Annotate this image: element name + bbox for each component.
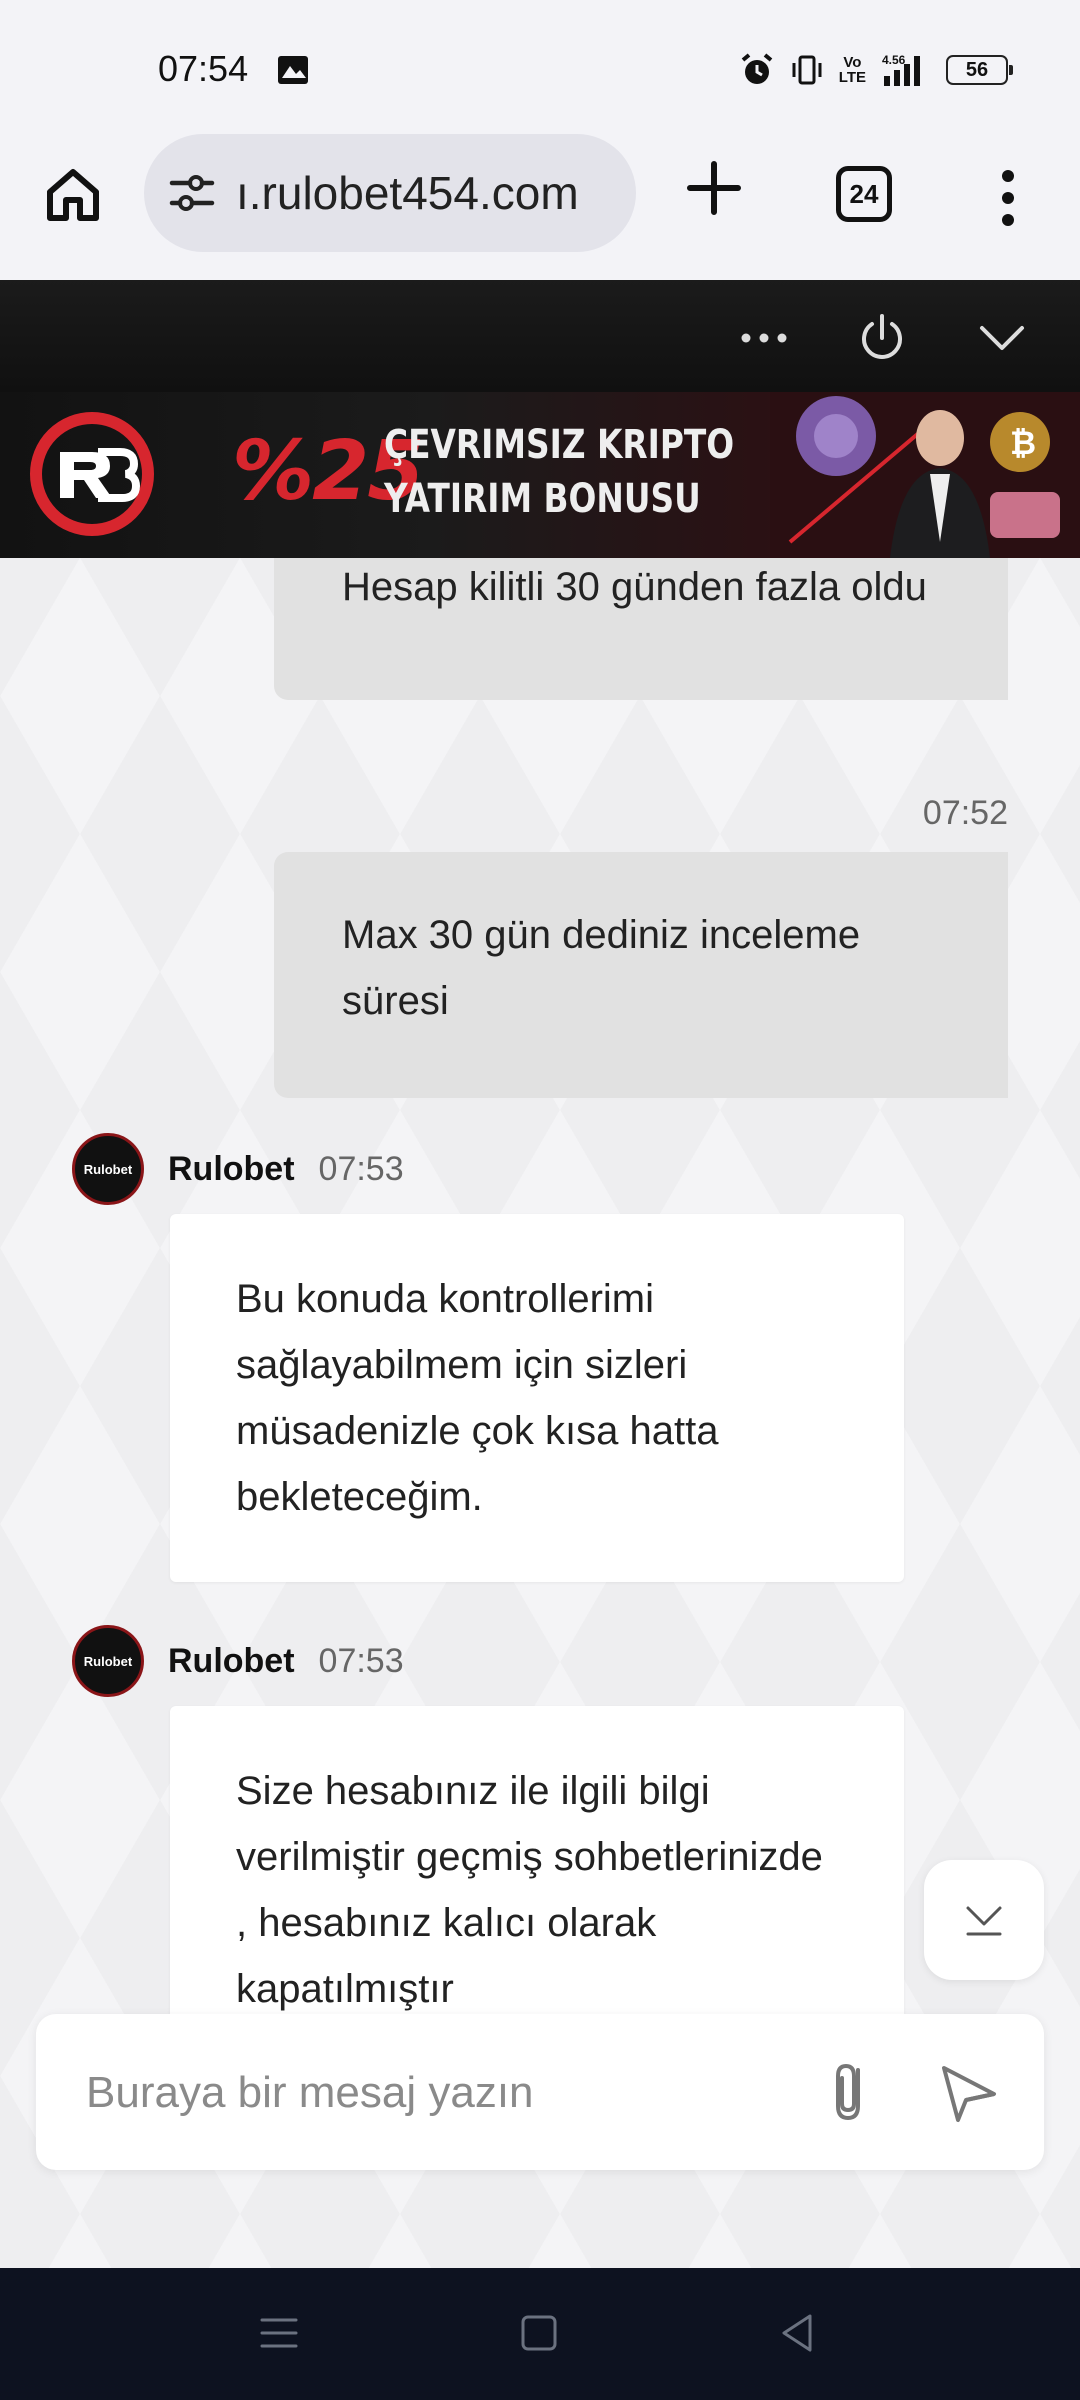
message-input[interactable] xyxy=(86,2058,786,2128)
power-icon[interactable] xyxy=(856,312,908,364)
agent-message-header: Rulobet Rulobet 07:53 xyxy=(72,1132,404,1206)
promo-banner[interactable]: %25 ÇEVRIMSIZ KRIPTO YATIRIM BONUSU ₿ xyxy=(0,392,1080,558)
back-icon[interactable] xyxy=(772,2308,822,2358)
scroll-down-button[interactable] xyxy=(924,1860,1044,1980)
message-time: 07:52 xyxy=(922,794,1008,832)
battery-level: 56 xyxy=(965,58,989,81)
banner-illustration: ₿ xyxy=(770,392,1080,558)
tab-count: 24 xyxy=(849,178,879,209)
attach-icon[interactable] xyxy=(818,2056,884,2130)
agent-message-header: Rulobet Rulobet 07:53 xyxy=(72,1624,404,1698)
banner-title-line2: YATIRIM BONUSU xyxy=(384,476,701,522)
scroll-down-icon xyxy=(966,1906,1002,1936)
home-icon[interactable] xyxy=(40,162,106,228)
tab-switcher-button[interactable]: 24 xyxy=(836,166,892,222)
volte-label: Vo LTE xyxy=(838,54,866,86)
outgoing-message: Max 30 gün dediniz inceleme süresi xyxy=(274,852,1008,1098)
system-nav-bar xyxy=(0,2268,1080,2400)
browser-toolbar: ı.rulobet454.com 24 xyxy=(0,132,1080,280)
status-time: 07:54 xyxy=(158,48,249,89)
site-settings-icon[interactable] xyxy=(166,167,218,219)
svg-text:4.56: 4.56 xyxy=(882,53,906,67)
message-composer xyxy=(36,2014,1044,2170)
address-bar[interactable]: ı.rulobet454.com xyxy=(144,134,636,252)
outgoing-message: Hesap kilitli 30 günden fazla oldu xyxy=(274,558,1008,700)
rulobet-logo xyxy=(30,412,154,536)
chat-header xyxy=(0,280,1080,392)
vibrate-icon xyxy=(792,55,822,85)
incoming-message: Bu konuda kontrollerimi sağlayabilmem iç… xyxy=(170,1214,904,1582)
status-icons: Vo LTE 4.56 56 xyxy=(739,50,1013,90)
avatar: Rulobet xyxy=(72,1625,144,1697)
agent-name: Rulobet xyxy=(168,1149,295,1188)
alarm-icon xyxy=(741,53,773,84)
gallery-notification-icon xyxy=(278,56,308,84)
agent-name: Rulobet xyxy=(168,1641,295,1680)
svg-text:₿: ₿ xyxy=(1010,424,1036,462)
battery-indicator: 56 xyxy=(946,55,1013,85)
status-bar: 07:54 Vo LTE 4.56 56 xyxy=(0,0,1080,132)
menu-icon[interactable] xyxy=(254,2308,304,2358)
avatar: Rulobet xyxy=(72,1133,144,1205)
square-icon[interactable] xyxy=(514,2308,564,2358)
message-time: 07:53 xyxy=(318,1149,404,1188)
send-icon[interactable] xyxy=(936,2060,1002,2126)
more-vert-icon[interactable] xyxy=(990,168,1026,228)
chat-messages[interactable]: Hesap kilitli 30 günden fazla oldu 07:52… xyxy=(0,558,1080,2268)
plus-icon[interactable] xyxy=(686,160,742,216)
message-time: 07:53 xyxy=(318,1641,404,1680)
more-horiz-icon[interactable] xyxy=(738,312,790,364)
banner-title-line1: ÇEVRIMSIZ KRIPTO xyxy=(384,422,735,468)
signal-icon: 4.56 xyxy=(882,53,920,86)
url-text[interactable]: ı.rulobet454.com xyxy=(236,166,579,220)
chevron-down-icon[interactable] xyxy=(976,312,1028,364)
